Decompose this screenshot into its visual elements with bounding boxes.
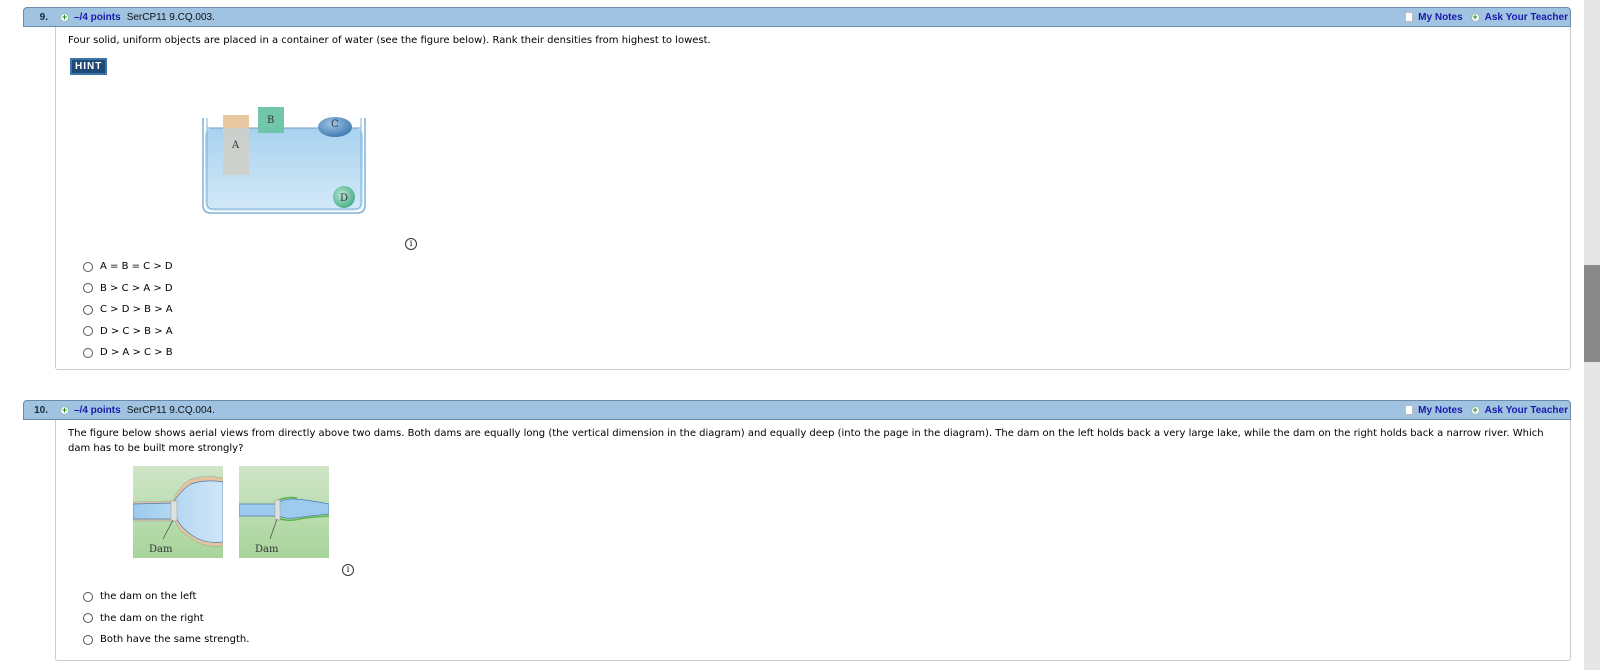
question-number: 10. xyxy=(34,404,48,416)
dam-left xyxy=(170,500,178,522)
radio-button[interactable] xyxy=(83,591,93,602)
dam-right xyxy=(274,499,281,521)
option-1[interactable]: A = B = C > D xyxy=(83,256,173,278)
plus-icon[interactable]: + xyxy=(1470,12,1480,22)
option-3[interactable]: C > D > B > A xyxy=(83,299,173,321)
question-9: 9. + –/4 points SerCP11 9.CQ.003. My Not… xyxy=(23,7,1571,370)
question-id: SerCP11 9.CQ.004. xyxy=(126,404,215,416)
info-icon[interactable]: i xyxy=(405,238,417,250)
my-notes-link[interactable]: My Notes xyxy=(1418,12,1462,23)
question-prompt: Four solid, uniform objects are placed i… xyxy=(68,35,711,46)
option-label: Both have the same strength. xyxy=(100,634,250,646)
option-1[interactable]: the dam on the left xyxy=(83,586,249,608)
option-label: the dam on the right xyxy=(100,612,204,624)
question-body: Four solid, uniform objects are placed i… xyxy=(55,27,1571,370)
question-header: 10. + –/4 points SerCP11 9.CQ.004. My No… xyxy=(23,400,1571,420)
label-a: A xyxy=(231,140,240,151)
radio-button[interactable] xyxy=(83,283,93,294)
option-label: B > C > A > D xyxy=(100,282,173,294)
label-d: D xyxy=(340,193,348,204)
density-figure: A B C D xyxy=(199,107,369,217)
question-number: 9. xyxy=(39,11,48,23)
answer-options: the dam on the left the dam on the right… xyxy=(83,586,249,651)
points-link[interactable]: –/4 points xyxy=(74,12,121,23)
radio-button[interactable] xyxy=(83,634,93,645)
note-icon[interactable] xyxy=(1405,12,1414,22)
question-id: SerCP11 9.CQ.003. xyxy=(126,11,215,23)
hint-button[interactable]: HINT xyxy=(70,58,108,75)
ask-teacher-link[interactable]: Ask Your Teacher xyxy=(1485,12,1568,23)
question-header: 9. + –/4 points SerCP11 9.CQ.003. My Not… xyxy=(23,7,1571,27)
dam-figure-left: Dam xyxy=(133,466,223,558)
points-link[interactable]: –/4 points xyxy=(74,405,121,416)
radio-button[interactable] xyxy=(83,347,93,358)
plus-icon[interactable]: + xyxy=(60,405,69,415)
label-b: B xyxy=(267,115,274,126)
radio-button[interactable] xyxy=(83,326,93,337)
option-label: A = B = C > D xyxy=(100,261,173,273)
note-icon[interactable] xyxy=(1405,405,1414,415)
radio-button[interactable] xyxy=(83,261,93,272)
option-2[interactable]: B > C > A > D xyxy=(83,278,173,300)
question-body: The figure below shows aerial views from… xyxy=(55,420,1571,661)
scrollbar-thumb[interactable] xyxy=(1584,265,1600,362)
info-icon[interactable]: i xyxy=(342,564,354,576)
option-2[interactable]: the dam on the right xyxy=(83,608,249,630)
object-a-top xyxy=(223,115,249,128)
option-4[interactable]: D > C > B > A xyxy=(83,321,173,343)
option-label: the dam on the left xyxy=(100,591,197,603)
option-label: D > C > B > A xyxy=(100,325,173,337)
option-label: D > A > C > B xyxy=(100,347,173,359)
question-prompt: The figure below shows aerial views from… xyxy=(68,428,1544,454)
scrollbar[interactable] xyxy=(1584,0,1600,670)
radio-button[interactable] xyxy=(83,613,93,624)
radio-button[interactable] xyxy=(83,304,93,315)
label-c: C xyxy=(331,119,339,130)
plus-icon[interactable]: + xyxy=(1470,405,1480,415)
question-10: 10. + –/4 points SerCP11 9.CQ.004. My No… xyxy=(23,400,1571,661)
object-a xyxy=(223,128,249,175)
dam-label: Dam xyxy=(255,544,279,555)
answer-options: A = B = C > D B > C > A > D C > D > B > … xyxy=(83,256,173,364)
option-label: C > D > B > A xyxy=(100,304,173,316)
my-notes-link[interactable]: My Notes xyxy=(1418,405,1462,416)
plus-icon[interactable]: + xyxy=(60,12,69,22)
dam-label: Dam xyxy=(149,544,173,555)
option-3[interactable]: Both have the same strength. xyxy=(83,629,249,651)
dam-figure-right: Dam xyxy=(239,466,329,558)
ask-teacher-link[interactable]: Ask Your Teacher xyxy=(1485,405,1568,416)
option-5[interactable]: D > A > C > B xyxy=(83,342,173,364)
